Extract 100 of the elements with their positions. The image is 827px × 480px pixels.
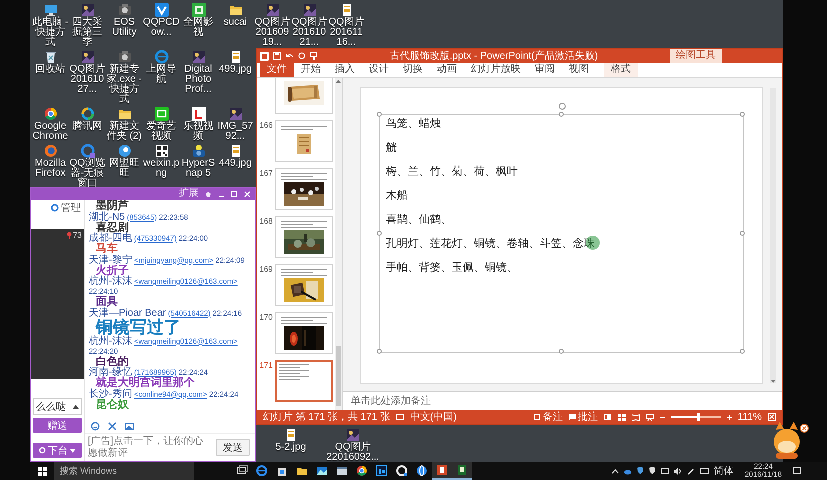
desktop-shortcut[interactable]: 爱奇艺视频: [143, 106, 180, 142]
scrollbar[interactable]: [770, 88, 776, 383]
ribbon-tab[interactable]: 设计: [362, 63, 396, 77]
taskbar-app[interactable]: [432, 462, 452, 480]
desktop-shortcut[interactable]: Google Chrome: [32, 106, 69, 142]
gift-select[interactable]: 么么哒: [33, 398, 82, 415]
fit-slide-icon[interactable]: [768, 413, 776, 421]
slide-thumbnail[interactable]: [275, 216, 333, 258]
desktop-shortcut[interactable]: 5-2.jpg: [262, 427, 320, 462]
ribbon-tab[interactable]: 幻灯片放映: [464, 63, 528, 77]
resize-handle[interactable]: [740, 112, 745, 117]
slide-thumbnail[interactable]: [275, 168, 333, 210]
desktop-shortcut[interactable]: IMG_5792...: [217, 106, 254, 142]
slide-thumbnail[interactable]: [275, 312, 333, 354]
scrollbar[interactable]: [335, 78, 342, 410]
desktop-shortcut[interactable]: 新建文件夹 (2): [106, 106, 143, 142]
desktop-shortcut[interactable]: EOS Utility: [106, 2, 143, 48]
resize-handle[interactable]: [377, 112, 382, 117]
desktop-shortcut[interactable]: 腾讯网: [69, 106, 106, 142]
cloud-icon[interactable]: [624, 468, 632, 474]
desktop-shortcut[interactable]: QQPCDow...: [143, 2, 180, 48]
desktop-shortcut[interactable]: QQ图片 20161116...: [328, 2, 365, 48]
resize-handle[interactable]: [740, 349, 745, 354]
ribbon-tab[interactable]: 切换: [396, 63, 430, 77]
resize-handle[interactable]: [377, 349, 382, 354]
volume-icon[interactable]: [674, 468, 682, 474]
camera-icon: [192, 144, 206, 158]
slide-thumbnail[interactable]: [275, 120, 333, 162]
window-title: 古代服饰改版.pptx - PowerPoint(产品激活失败): [388, 50, 600, 63]
scissors-icon[interactable]: [108, 422, 117, 431]
notes-placeholder[interactable]: 单击此处添加备注: [351, 394, 431, 408]
desktop-shortcut[interactable]: 新建专家.exe - 快捷方式: [106, 49, 143, 105]
ribbon-tab[interactable]: 视图: [562, 63, 596, 77]
desktop-shortcut[interactable]: QQ图片 20161021...: [291, 2, 328, 48]
chrome-icon: [356, 465, 368, 477]
touch-mode-icon[interactable]: [310, 52, 318, 60]
desktop-shortcut[interactable]: Mozilla Firefox: [32, 143, 69, 189]
desktop-shortcut[interactable]: weixin.png: [143, 143, 180, 189]
slide-sorter-icon[interactable]: [618, 414, 626, 420]
ribbon-tab[interactable]: 文件: [260, 63, 294, 77]
desktop-shortcut[interactable]: 499.jpg: [217, 49, 254, 105]
desktop-shortcut[interactable]: QQ图片 20161027...: [69, 49, 106, 105]
desktop-shortcut[interactable]: 回收站: [32, 49, 69, 105]
reading-view-icon[interactable]: [632, 414, 640, 420]
undo-icon[interactable]: [285, 52, 294, 60]
desktop-shortcut[interactable]: 449.jpg: [217, 143, 254, 189]
desktop-shortcut[interactable]: sucai: [217, 2, 254, 48]
title-link[interactable]: 扩展: [179, 188, 199, 200]
resize-handle[interactable]: [740, 230, 745, 236]
desktop-shortcut[interactable]: 四大采掘第三季: [69, 2, 106, 48]
manage-link[interactable]: 管理: [61, 201, 81, 215]
save-icon[interactable]: [273, 52, 281, 60]
desktop-shortcut[interactable]: HyperSnap 5: [180, 143, 217, 189]
zoom-level[interactable]: 111%: [738, 412, 762, 422]
input-language[interactable]: 简体: [714, 464, 734, 478]
maximize-icon[interactable]: [231, 190, 238, 198]
leave-stage-button[interactable]: 下台: [33, 443, 82, 458]
powerpoint-logo-icon[interactable]: [260, 52, 269, 60]
notes-button[interactable]: 备注: [534, 410, 563, 424]
resize-handle[interactable]: [558, 112, 564, 117]
ribbon-tab[interactable]: 动画: [430, 63, 464, 77]
skin-icon[interactable]: [205, 190, 212, 198]
resize-handle[interactable]: [377, 230, 382, 236]
close-icon[interactable]: [800, 424, 809, 433]
pen-icon[interactable]: [687, 467, 696, 475]
rotate-handle[interactable]: [558, 103, 566, 110]
slider-thumb[interactable]: [697, 413, 700, 421]
security-icon[interactable]: [637, 467, 644, 475]
zoom-in-icon[interactable]: [726, 414, 732, 420]
ribbon-tab[interactable]: 插入: [328, 63, 362, 77]
search-field[interactable]: 搜索 Windows: [54, 462, 194, 480]
desktop-shortcut[interactable]: 此电脑 - 快捷方式: [32, 2, 69, 48]
scroll-up-icon[interactable]: [336, 80, 341, 83]
slideshow-icon[interactable]: [646, 414, 654, 420]
slide-thumbnail[interactable]: [275, 264, 333, 306]
desktop-shortcut[interactable]: QQ图片 20160919...: [254, 2, 291, 48]
image-icon: [80, 3, 94, 17]
ribbon-tab[interactable]: 开始: [294, 63, 328, 77]
taskbar-app[interactable]: [452, 462, 472, 480]
comments-button[interactable]: 批注: [568, 410, 598, 424]
ribbon-tab[interactable]: 格式: [604, 63, 638, 77]
desktop-shortcut[interactable]: 乐视视频: [180, 106, 217, 142]
desktop-shortcut[interactable]: Digital Photo Prof...: [180, 49, 217, 105]
slide-thumbnail[interactable]: [275, 360, 333, 402]
gift-button[interactable]: 赠送: [33, 418, 82, 433]
slide-thumbnail[interactable]: [275, 78, 333, 114]
desktop-shortcut[interactable]: QQ图片 22016092...: [324, 427, 382, 462]
smiley-icon[interactable]: [91, 422, 100, 431]
desktop-shortcut[interactable]: 上网导航: [143, 49, 180, 105]
resize-handle[interactable]: [558, 349, 564, 354]
language-indicator[interactable]: 中文(中国): [410, 410, 457, 424]
image-icon[interactable]: [125, 422, 134, 431]
desktop-shortcut[interactable]: 全网影视: [180, 2, 217, 48]
scroll-down-icon[interactable]: [770, 380, 776, 383]
send-button[interactable]: 发送: [216, 439, 250, 456]
ribbon-tab[interactable]: 审阅: [528, 63, 562, 77]
normal-view-icon[interactable]: [604, 414, 612, 420]
chevron-up-icon[interactable]: [612, 468, 620, 474]
desktop-shortcut[interactable]: 网盟旺旺: [106, 143, 143, 189]
desktop-shortcut[interactable]: QQ浏览器-无痕窗口: [69, 143, 106, 189]
